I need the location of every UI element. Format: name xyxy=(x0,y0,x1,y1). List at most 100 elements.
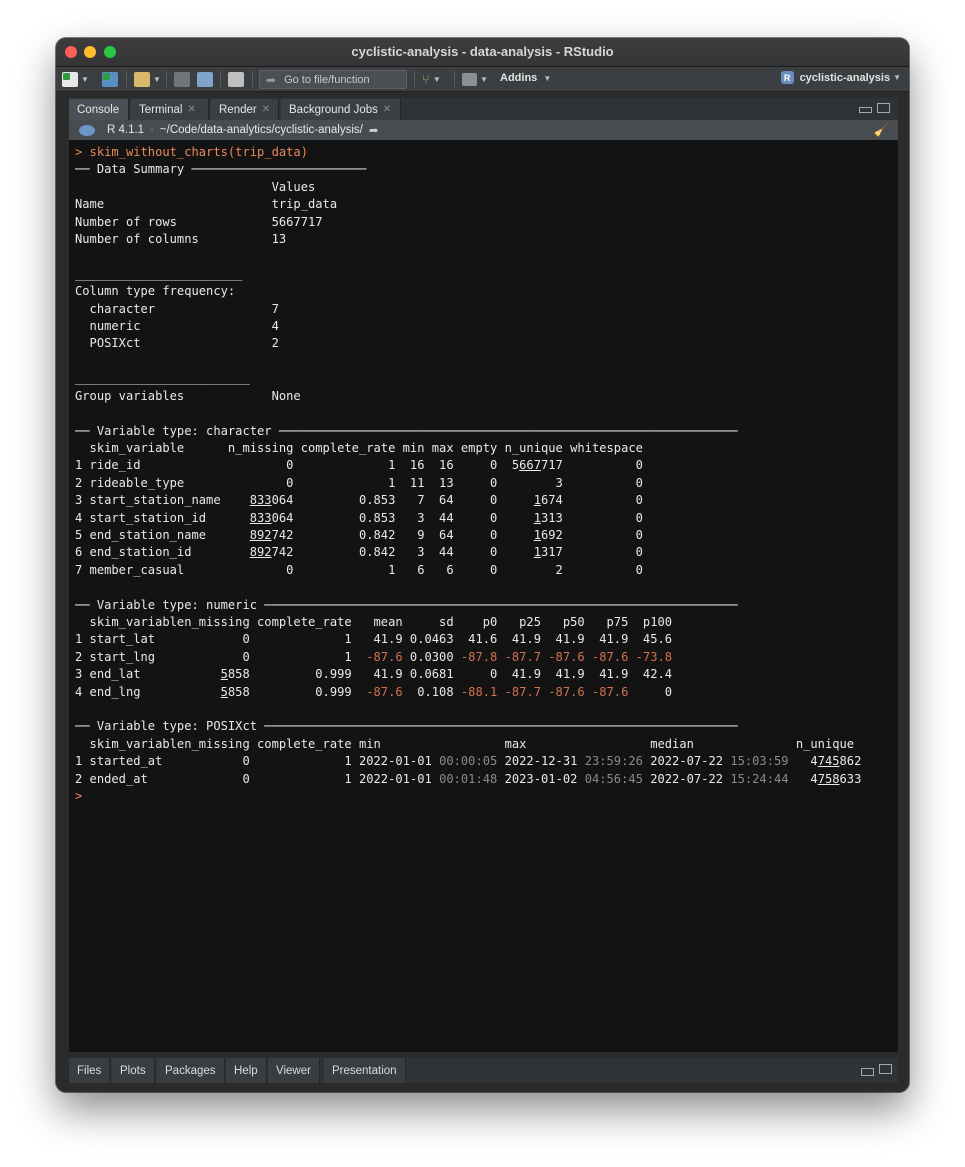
negative-value: -87.6 xyxy=(584,684,629,699)
digit-group: 892 xyxy=(249,545,272,560)
console-tab-bar: Console Terminal ✕ Render ✕ Background J… xyxy=(69,98,898,120)
toolbar-divider xyxy=(454,71,455,87)
digit-group: 758 xyxy=(817,771,840,786)
time-part: 00:01:48 xyxy=(439,771,498,786)
chevron-down-icon: ▼ xyxy=(893,73,901,82)
negative-value: -87.7 xyxy=(497,684,541,699)
toolbar-divider xyxy=(220,71,221,87)
chevron-down-icon: ▼ xyxy=(543,74,552,83)
chevron-down-icon: ▼ xyxy=(81,74,89,84)
save-icon xyxy=(174,71,190,87)
negative-value: -87.6 xyxy=(541,649,585,664)
tab-presentation[interactable]: Presentation xyxy=(324,1058,406,1083)
close-icon[interactable]: ✕ xyxy=(187,104,195,115)
console-pane: Console Terminal ✕ Render ✕ Background J… xyxy=(69,98,898,1052)
negative-value: -87.6 xyxy=(584,649,629,664)
command-prompt: > skim_without_charts(trip_data) xyxy=(75,145,308,159)
tab-label: Background Jobs xyxy=(289,103,378,116)
digit-group: 892 xyxy=(249,527,272,542)
negative-value: -87.7 xyxy=(497,649,541,664)
project-menu[interactable]: R cyclistic-analysis ▼ xyxy=(780,71,901,84)
toolbar-divider xyxy=(166,71,167,87)
new-file-icon xyxy=(62,71,78,87)
goto-placeholder: Go to file/function xyxy=(284,73,370,86)
print-button[interactable] xyxy=(228,70,244,88)
time-part: 00:00:05 xyxy=(439,754,498,769)
tab-label: Console xyxy=(77,103,120,116)
goto-file-function-input[interactable]: ➦ Go to file/function xyxy=(259,70,407,89)
digit-group: 5 xyxy=(220,667,228,682)
print-icon xyxy=(228,71,244,87)
project-label: cyclistic-analysis xyxy=(799,71,891,84)
digit-group: 745 xyxy=(817,754,840,769)
maximize-pane-icon[interactable] xyxy=(877,103,890,113)
tab-viewer[interactable]: Viewer xyxy=(268,1058,320,1083)
close-icon[interactable]: ✕ xyxy=(383,104,391,115)
digit-group: 1 xyxy=(533,493,541,508)
tab-label: Packages xyxy=(165,1064,216,1077)
chevron-down-icon: ▼ xyxy=(153,74,161,84)
save-all-icon xyxy=(197,71,213,87)
tab-background-jobs[interactable]: Background Jobs ✕ xyxy=(281,99,401,120)
minimize-pane-icon[interactable] xyxy=(861,1068,874,1076)
new-file-button[interactable]: ▼ xyxy=(62,70,89,88)
toolbar-divider xyxy=(414,71,415,87)
digit-group: 1 xyxy=(533,545,541,560)
toolbar-divider xyxy=(126,71,127,87)
chevron-down-icon: ▼ xyxy=(432,74,441,84)
tab-render[interactable]: Render ✕ xyxy=(211,99,279,120)
r-version: R 4.1.1 xyxy=(107,124,145,136)
save-button[interactable] xyxy=(174,70,190,88)
console-text: > skim_without_charts(trip_data) ── Data… xyxy=(75,145,862,804)
tab-terminal[interactable]: Terminal ✕ xyxy=(131,99,209,120)
tab-label: Presentation xyxy=(332,1064,397,1077)
negative-value: -87.8 xyxy=(453,649,498,664)
tab-packages[interactable]: Packages xyxy=(157,1058,225,1083)
tab-label: Help xyxy=(234,1064,258,1077)
tab-plots[interactable]: Plots xyxy=(112,1058,155,1083)
rstudio-window: cyclistic-analysis - data-analysis - RSt… xyxy=(56,38,909,1092)
time-part: 15:03:59 xyxy=(730,754,789,769)
save-all-button[interactable] xyxy=(197,70,213,88)
tab-label: Viewer xyxy=(276,1064,311,1077)
version-control-button[interactable]: ⑂ ▼ xyxy=(422,70,441,88)
addins-menu[interactable]: Addins ▼ xyxy=(500,72,551,84)
window-title: cyclistic-analysis - data-analysis - RSt… xyxy=(351,44,614,59)
tab-console[interactable]: Console xyxy=(69,99,129,120)
tab-label: Terminal xyxy=(139,103,183,116)
go-to-directory-icon[interactable]: ➦ xyxy=(369,123,379,137)
negative-value: -88.1 xyxy=(453,684,498,699)
digit-group: 667 xyxy=(519,458,541,473)
arrow-right-icon: ➦ xyxy=(266,72,277,87)
pane-layout-button[interactable]: ▼ xyxy=(462,70,488,88)
negative-value: -87.6 xyxy=(351,649,403,664)
tab-label: Render xyxy=(219,103,257,116)
console-output[interactable]: > skim_without_charts(trip_data) ── Data… xyxy=(69,140,898,1052)
tab-help[interactable]: Help xyxy=(226,1058,267,1083)
grid-layout-icon xyxy=(462,72,477,86)
new-project-button[interactable] xyxy=(102,70,118,88)
r-logo-icon xyxy=(79,124,95,136)
open-file-button[interactable]: ▼ xyxy=(134,70,161,88)
separator-dot: · xyxy=(150,124,154,136)
time-part: 15:24:44 xyxy=(730,771,789,786)
tab-label: Plots xyxy=(120,1064,146,1077)
clear-console-icon[interactable]: 🧹 xyxy=(874,122,890,138)
files-pane-tab-bar: Files Plots Packages Help Viewer Present… xyxy=(69,1058,898,1083)
digit-group: 1 xyxy=(533,510,541,525)
negative-value: -73.8 xyxy=(628,649,673,664)
negative-value: -87.6 xyxy=(541,684,585,699)
console-path-bar: R 4.1.1 · ~/Code/data-analytics/cyclisti… xyxy=(69,120,898,140)
maximize-pane-icon[interactable] xyxy=(879,1064,892,1074)
close-icon[interactable]: ✕ xyxy=(262,104,270,115)
minimize-pane-icon[interactable] xyxy=(859,107,872,113)
folder-open-icon xyxy=(134,71,150,87)
r-project-icon: R xyxy=(780,71,794,84)
digit-group: 833 xyxy=(249,510,272,525)
digit-group: 833 xyxy=(249,493,272,508)
console-prompt: > xyxy=(75,789,83,804)
working-directory: ~/Code/data-analytics/cyclistic-analysis… xyxy=(159,124,363,136)
tab-files[interactable]: Files xyxy=(69,1058,111,1083)
negative-value: -87.6 xyxy=(351,684,403,699)
addins-label: Addins xyxy=(500,72,538,84)
